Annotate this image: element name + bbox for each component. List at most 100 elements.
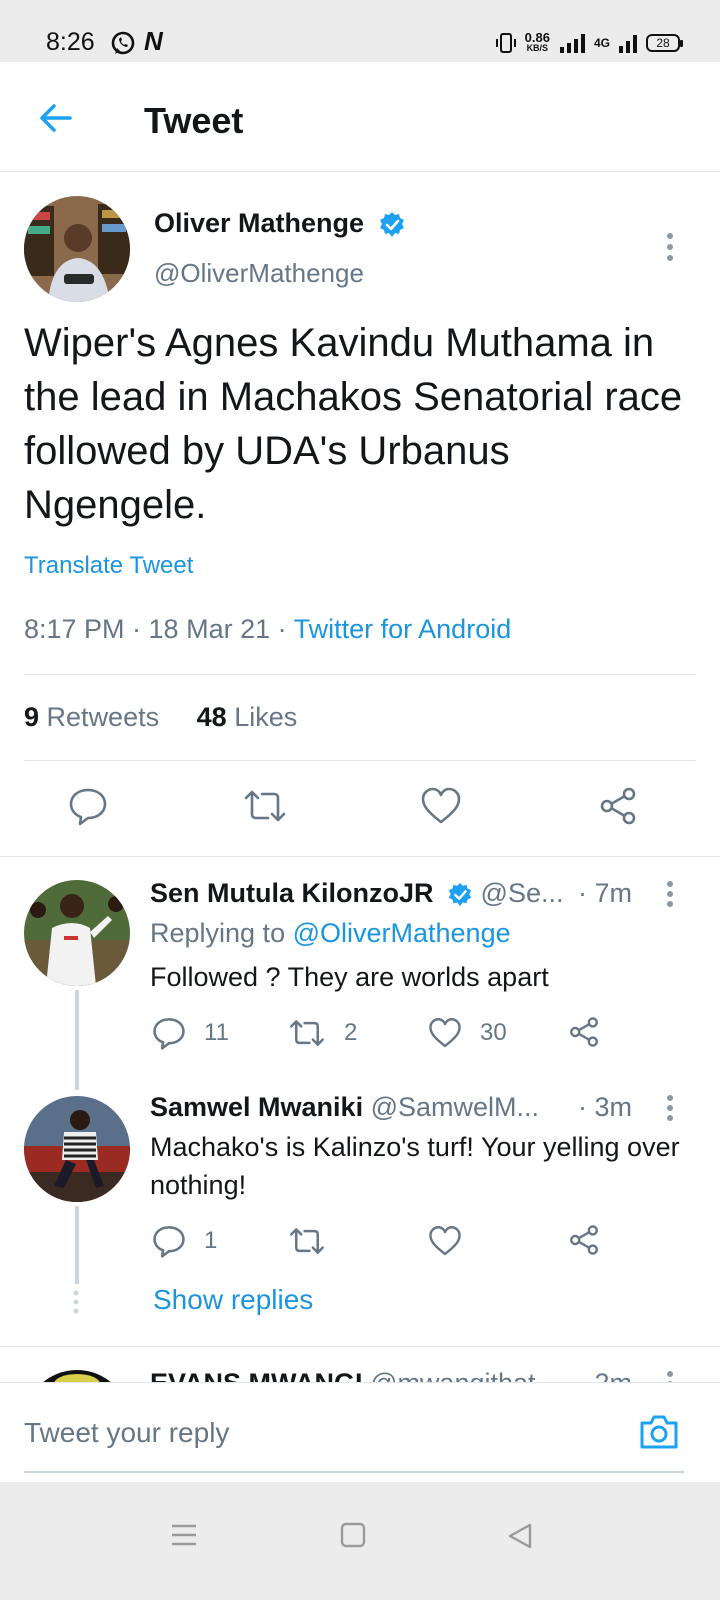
- replying-to-label: Replying to: [150, 918, 293, 948]
- thread-continuation-dots: [73, 1290, 79, 1314]
- page-title: Tweet: [144, 100, 244, 141]
- back-triangle-icon[interactable]: [506, 1522, 534, 1550]
- retweet-icon: [290, 1020, 324, 1046]
- reply-avatar: [24, 1370, 130, 1382]
- like-heart-icon: [429, 1226, 461, 1256]
- reply-count: 1: [204, 1227, 218, 1254]
- translate-tweet-link[interactable]: Translate Tweet: [24, 552, 193, 580]
- reply-icon[interactable]: [68, 786, 108, 826]
- share-action[interactable]: [568, 1016, 600, 1048]
- reply-author-handle: @mwangithat: [370, 1368, 535, 1382]
- reply-action[interactable]: 11: [152, 1016, 229, 1050]
- reply-count: 11: [204, 1019, 229, 1046]
- like-action[interactable]: 30: [428, 1016, 507, 1050]
- battery-icon: 28: [646, 34, 683, 52]
- net-speed-value: 0.86: [524, 30, 550, 45]
- reply-actions: 11 2 30: [150, 1016, 620, 1052]
- tweet-meta: 8:17 PM · 18 Mar 21 · Twitter for Androi…: [24, 614, 511, 645]
- more-options-icon[interactable]: [666, 232, 674, 262]
- avatar-image: [24, 196, 130, 302]
- net-speed: 0.86 KB/S: [524, 30, 550, 54]
- status-indicators: 0.86 KB/S 4G 28: [495, 30, 683, 56]
- home-icon[interactable]: [340, 1522, 366, 1548]
- camera-icon[interactable]: [638, 1413, 680, 1451]
- reply-author-name[interactable]: Sen Mutula KilonzoJR: [150, 878, 434, 908]
- partial-reply[interactable]: EVANS MWANGI @mwangithat · 2m: [0, 1348, 720, 1382]
- avatar-image: [24, 880, 130, 986]
- divider: [0, 856, 720, 857]
- retweet-action[interactable]: [288, 1224, 326, 1258]
- reply-icon: [153, 1018, 185, 1050]
- input-underline: [24, 1471, 684, 1473]
- reply-time: · 2m: [578, 1368, 632, 1382]
- author-name-text: Oliver Mathenge: [154, 208, 365, 238]
- vibrate-icon: [495, 33, 516, 53]
- reply-actions: 1: [150, 1224, 620, 1260]
- menu-icon[interactable]: [170, 1522, 198, 1548]
- tweet-source-link[interactable]: Twitter for Android: [294, 614, 512, 644]
- reply-author-handle[interactable]: @SamwelM...: [371, 1092, 539, 1122]
- avatar-image: [24, 1096, 130, 1202]
- retweets-count: 9: [24, 702, 40, 732]
- retweet-icon: [290, 1228, 324, 1254]
- likes-stat[interactable]: 48 Likes: [197, 702, 298, 732]
- more-options-icon[interactable]: [666, 1094, 674, 1122]
- reply-text: Followed ? They are worlds apart: [150, 962, 549, 992]
- reply-header: Samwel Mwaniki @SamwelM...: [150, 1092, 650, 1123]
- verified-badge-icon: [379, 211, 404, 237]
- likes-label: Likes: [234, 702, 298, 732]
- reply-text: Machako's is Kalinzo's turf! Your yellin…: [150, 1132, 680, 1200]
- net-speed-unit: KB/S: [526, 43, 549, 53]
- reply-author-name[interactable]: Samwel Mwaniki: [150, 1092, 363, 1122]
- thread-line: [75, 1206, 79, 1284]
- thread-line: [75, 990, 79, 1090]
- retweet-action[interactable]: 2: [288, 1016, 357, 1050]
- signal-2-icon: [619, 35, 637, 53]
- divider: [24, 760, 696, 761]
- like-count: 30: [480, 1019, 507, 1046]
- back-arrow-icon[interactable]: [36, 98, 76, 138]
- replying-to: Replying to @OliverMathenge: [150, 918, 511, 949]
- like-action[interactable]: [428, 1224, 462, 1258]
- reply-time: · 7m: [578, 878, 632, 908]
- tweet-text: Wiper's Agnes Kavindu Muthama in the lea…: [24, 321, 683, 527]
- netflix-notification-icon: N: [144, 26, 163, 56]
- reply-input[interactable]: [24, 1417, 584, 1449]
- signal-icon: [559, 34, 585, 53]
- system-nav-bar: [0, 1482, 720, 1600]
- retweets-stat[interactable]: 9 Retweets: [24, 702, 159, 732]
- reply-avatar[interactable]: [24, 880, 130, 986]
- share-icon[interactable]: [598, 786, 638, 826]
- app-header: Tweet: [0, 62, 720, 172]
- reply-header: EVANS MWANGI @mwangithat: [150, 1368, 620, 1382]
- status-bar: 8:26 N 0.86 KB/S 4G 28: [0, 0, 720, 62]
- author-handle[interactable]: @OliverMathenge: [154, 258, 364, 289]
- reply-avatar[interactable]: [24, 1096, 130, 1202]
- show-replies-link[interactable]: Show replies: [153, 1284, 313, 1316]
- share-icon: [570, 1225, 598, 1255]
- share-action[interactable]: [568, 1224, 600, 1256]
- reply-author-handle[interactable]: @Se...: [481, 878, 564, 908]
- divider: [0, 1346, 720, 1347]
- like-heart-icon: [429, 1018, 461, 1048]
- reply-composer: [0, 1382, 720, 1482]
- likes-count: 48: [196, 702, 227, 732]
- reply-action[interactable]: 1: [152, 1224, 217, 1258]
- share-icon: [570, 1017, 598, 1047]
- verified-badge-icon: [448, 882, 472, 907]
- engagement-counts: 9 Retweets 48 Likes: [24, 702, 297, 733]
- reply-time: · 3m: [578, 1092, 632, 1122]
- status-time: 8:26: [46, 28, 95, 56]
- retweet-icon[interactable]: [242, 786, 288, 826]
- network-type: 4G: [593, 36, 610, 50]
- retweet-count: 2: [344, 1019, 358, 1046]
- replying-to-handle-link[interactable]: @OliverMathenge: [293, 918, 511, 948]
- author-avatar[interactable]: [24, 196, 130, 302]
- author-name[interactable]: Oliver Mathenge: [154, 208, 406, 239]
- battery-level: 28: [656, 36, 670, 50]
- retweets-label: Retweets: [46, 702, 160, 732]
- more-options-icon[interactable]: [666, 880, 674, 908]
- tweet-actions: [0, 786, 720, 832]
- like-heart-icon[interactable]: [420, 786, 462, 826]
- reply-header: Sen Mutula KilonzoJR @Se...: [150, 878, 650, 909]
